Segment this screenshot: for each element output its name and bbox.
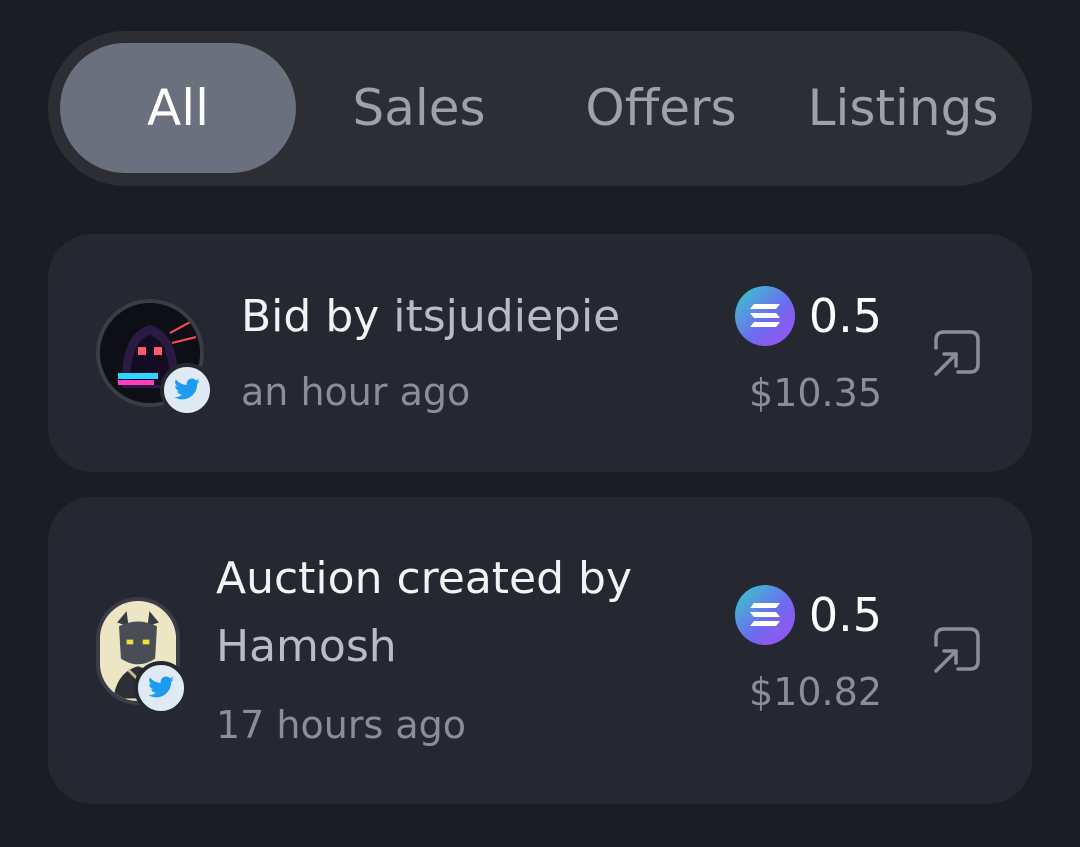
tab-sales[interactable]: Sales <box>304 43 534 173</box>
tab-listings[interactable]: Listings <box>790 43 1016 173</box>
activity-time: an hour ago <box>241 370 471 414</box>
price-row: 0.5 <box>734 585 882 645</box>
usd-value: $10.82 <box>749 670 882 714</box>
activity-title: Bid by itsjudiepie <box>241 284 620 350</box>
external-link-icon[interactable] <box>930 326 984 380</box>
price-value: 0.5 <box>808 588 882 642</box>
twitter-icon <box>148 676 174 698</box>
activity-user-link[interactable]: itsjudiepie <box>393 291 620 342</box>
price-row: 0.5 <box>734 286 882 346</box>
tab-all[interactable]: All <box>60 43 296 173</box>
activity-prefix: Bid by <box>241 291 394 342</box>
solana-icon <box>734 286 795 346</box>
activity-user-link[interactable]: Hamosh <box>216 621 397 672</box>
activity-prefix: Auction created by <box>216 553 633 604</box>
activity-time: 17 hours ago <box>216 703 467 747</box>
price-value: 0.5 <box>808 289 882 343</box>
twitter-badge[interactable] <box>134 661 188 715</box>
activity-filter-tabs: All Sales Offers Listings <box>48 31 1032 186</box>
twitter-badge[interactable] <box>160 363 214 417</box>
activity-title: Auction created by Hamosh <box>216 545 676 681</box>
external-link-icon[interactable] <box>930 623 984 677</box>
activity-panel: All Sales Offers Listings Bid by itsjudi… <box>0 0 1080 847</box>
activity-item[interactable]: Auction created by Hamosh 17 hours ago 0… <box>48 497 1032 804</box>
activity-item[interactable]: Bid by itsjudiepie an hour ago 0.5 $10.3… <box>48 234 1032 472</box>
tab-offers[interactable]: Offers <box>548 43 774 173</box>
solana-icon <box>734 585 795 645</box>
twitter-icon <box>174 378 200 400</box>
usd-value: $10.35 <box>749 371 882 415</box>
